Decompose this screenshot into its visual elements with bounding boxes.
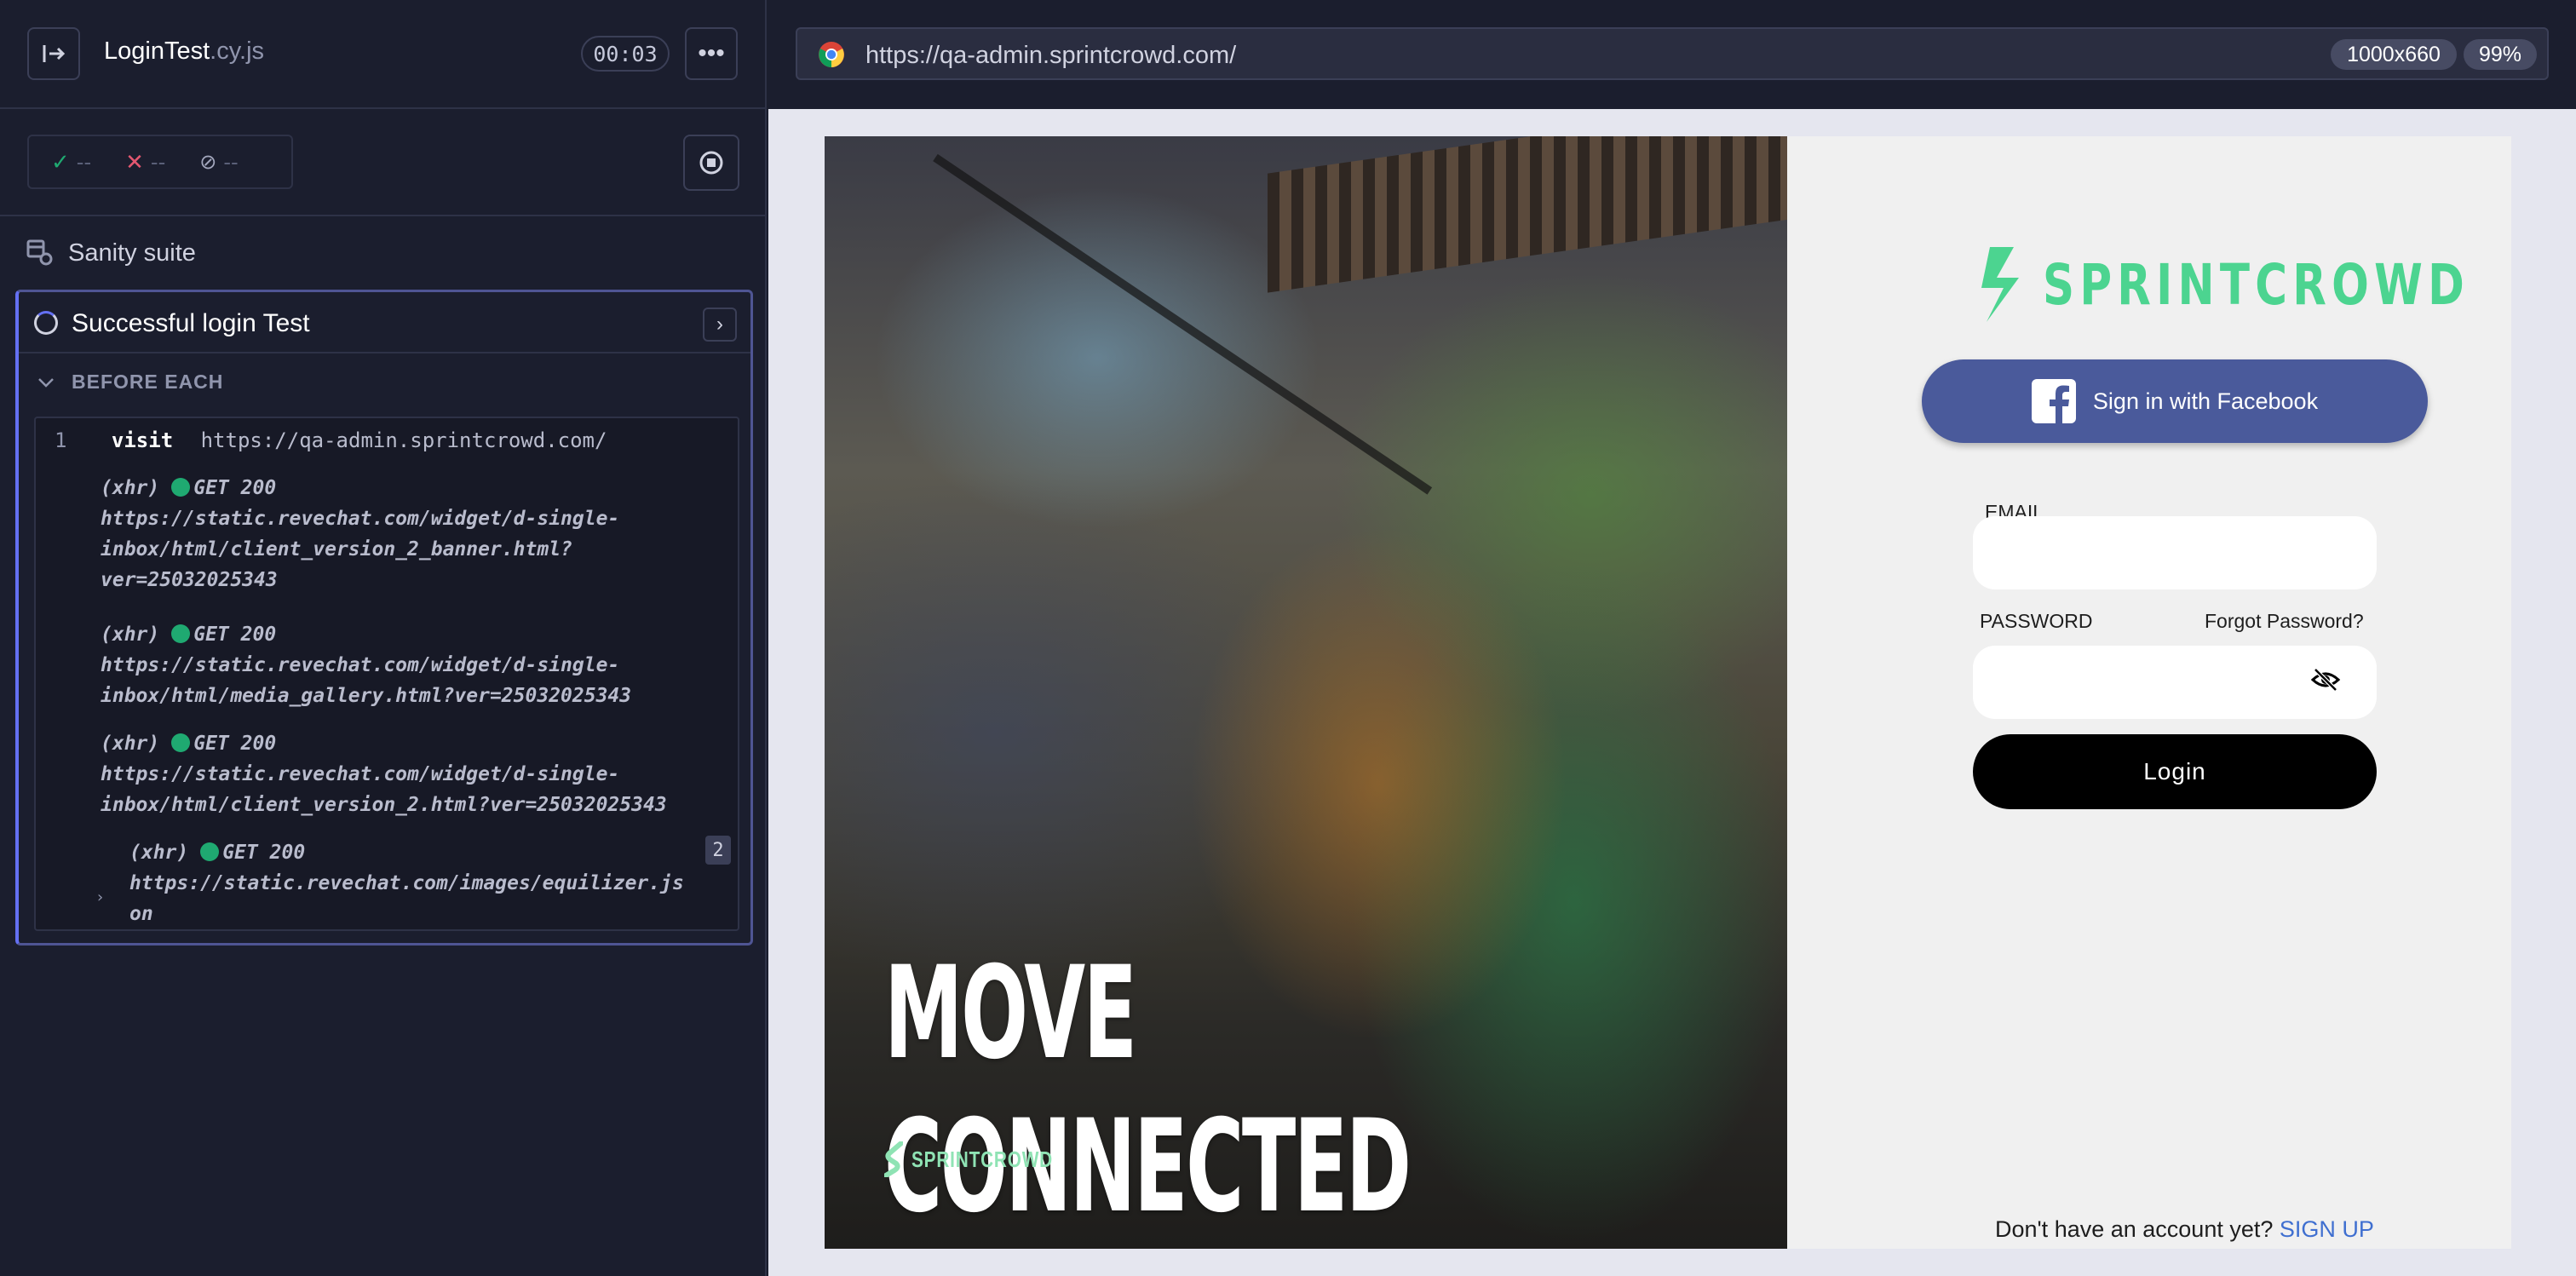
- pending-stat: ⊘ --: [199, 149, 238, 175]
- suite-title: Sanity suite: [68, 239, 196, 267]
- eye-slash-icon[interactable]: [2310, 664, 2341, 695]
- skip-icon: ⊘: [199, 150, 217, 174]
- command-name: visit: [111, 428, 174, 452]
- url-bar[interactable]: https://qa-admin.sprintcrowd.com/ 1000x6…: [796, 27, 2549, 80]
- xhr-log-row[interactable]: (xhr) GET 200 https://static.revechat.com…: [101, 728, 667, 820]
- hero-title-line: MOVE: [884, 940, 1137, 1088]
- xhr-status: GET 200: [193, 624, 277, 646]
- command-number: 1: [55, 428, 67, 452]
- xhr-url-line: https://static.revechat.com/widget/d-sin…: [101, 508, 620, 530]
- status-dot-icon: [171, 733, 191, 752]
- brand-logo: SPRINTCROWD: [1975, 244, 2576, 325]
- test-item: Successful login Test › BEFORE EACH 1 vi…: [15, 290, 753, 946]
- xhr-label: (xhr): [101, 733, 160, 755]
- command-list: 1 visit https://qa-admin.sprintcrowd.com…: [34, 417, 739, 931]
- signup-link[interactable]: SIGN UP: [2280, 1216, 2374, 1242]
- xhr-url-line: inbox/html/client_version_2_banner.html?: [101, 538, 572, 560]
- command-message: https://qa-admin.sprintcrowd.com/: [200, 428, 607, 452]
- viewport-size-badge[interactable]: 1000x660: [2331, 39, 2457, 70]
- expand-caret-icon[interactable]: ›: [95, 888, 105, 906]
- facebook-icon: [2031, 379, 2076, 423]
- sidebar-toggle-icon: [43, 45, 66, 62]
- more-dots-icon: •••: [698, 39, 725, 67]
- running-spinner-icon: [34, 311, 58, 335]
- xhr-count-badge: 2: [705, 836, 731, 865]
- xhr-url-line: inbox/html/client_version_2.html?ver=250…: [101, 794, 667, 816]
- xhr-url-line: on: [129, 903, 153, 925]
- sprintcrowd-logo-icon: [1981, 247, 2019, 322]
- hero-logo-text: SPRINTCROWD: [911, 1146, 1053, 1172]
- email-field[interactable]: [1973, 516, 2377, 589]
- url-text: https://qa-admin.sprintcrowd.com/: [865, 42, 1237, 69]
- signup-prompt: Don't have an account yet?: [1995, 1216, 2274, 1242]
- brand-text: SPRINTCROWD: [2043, 251, 2470, 318]
- xhr-status: GET 200: [193, 733, 277, 755]
- x-icon: ✕: [125, 148, 144, 175]
- stop-button[interactable]: [683, 135, 739, 191]
- xhr-url-line: inbox/html/media_gallery.html?ver=250320…: [101, 685, 632, 707]
- more-options-button[interactable]: •••: [685, 27, 738, 80]
- suite-row[interactable]: Sanity suite: [26, 239, 196, 267]
- login-button[interactable]: Login: [1973, 734, 2377, 809]
- hero-image: MOVE CONNECTED SPRINTCROWD: [825, 136, 1787, 1249]
- hook-header[interactable]: BEFORE EACH: [37, 371, 223, 394]
- xhr-url-line: https://static.revechat.com/widget/d-sin…: [101, 763, 620, 785]
- test-title: Successful login Test: [72, 309, 310, 337]
- forgot-password-link[interactable]: Forgot Password?: [2205, 610, 2364, 633]
- password-label: PASSWORD: [1980, 610, 2093, 632]
- signup-row: Don't have an account yet? SIGN UP: [1995, 1216, 2374, 1243]
- login-pane: SPRINTCROWD Sign in with Facebook EMAIL …: [1787, 136, 2511, 1249]
- passed-stat: ✓ --: [51, 149, 91, 175]
- suite-icon: [26, 239, 53, 266]
- spec-name: LoginTest: [104, 37, 210, 65]
- status-dot-icon: [171, 624, 191, 643]
- open-in-ide-button[interactable]: ›: [703, 308, 737, 342]
- xhr-status: GET 200: [222, 842, 306, 864]
- sprintcrowd-logo-icon: [884, 1141, 903, 1177]
- failed-stat: ✕ --: [125, 149, 165, 175]
- aut-header: https://qa-admin.sprintcrowd.com/ 1000x6…: [768, 0, 2576, 109]
- xhr-status: GET 200: [193, 477, 277, 499]
- hero-logo: SPRINTCROWD: [884, 1141, 1088, 1177]
- xhr-log-row[interactable]: (xhr) GET 200 https://static.revechat.com…: [101, 619, 631, 711]
- xhr-url-line: https://static.revechat.com/widget/d-sin…: [101, 654, 620, 676]
- xhr-label: (xhr): [101, 477, 160, 499]
- app-under-test-panel: https://qa-admin.sprintcrowd.com/ 1000x6…: [768, 0, 2576, 1276]
- test-stats: ✓ -- ✕ -- ⊘ --: [27, 135, 293, 189]
- spec-title: LoginTest.cy.js: [104, 37, 264, 66]
- stop-icon: [699, 151, 723, 175]
- passed-count: --: [76, 148, 92, 175]
- zoom-badge[interactable]: 99%: [2464, 39, 2537, 70]
- pending-count: --: [223, 148, 239, 175]
- chevron-right-icon: ›: [716, 313, 723, 336]
- hero-title: MOVE CONNECTED: [884, 937, 1412, 1244]
- status-dot-icon: [171, 478, 191, 497]
- xhr-url-line: https://static.revechat.com/images/equil…: [129, 872, 684, 894]
- toggle-specs-button[interactable]: [27, 27, 80, 80]
- xhr-log-row[interactable]: (xhr) GET 200 https://static.revechat.com…: [129, 837, 684, 929]
- chevron-down-icon: [38, 377, 54, 388]
- hero-roof-decoration: [1268, 136, 1787, 293]
- xhr-url-line: ver=25032025343: [101, 569, 278, 591]
- check-icon: ✓: [51, 148, 70, 175]
- facebook-button-label: Sign in with Facebook: [2092, 388, 2319, 414]
- hook-title: BEFORE EACH: [72, 371, 224, 393]
- spec-extension: .cy.js: [210, 37, 265, 65]
- command-log-panel: LoginTest.cy.js 00:03 ••• ✓ -- ✕ -- ⊘ -- Sa…: [0, 0, 767, 1276]
- xhr-label: (xhr): [101, 624, 160, 646]
- app-iframe: MOVE CONNECTED SPRINTCROWD SPRINTCROWD S…: [825, 136, 2511, 1249]
- command-row[interactable]: 1 visit https://qa-admin.sprintcrowd.com…: [55, 425, 607, 456]
- duration-badge: 00:03: [581, 36, 670, 72]
- stats-row: ✓ -- ✕ -- ⊘ --: [0, 109, 767, 216]
- chrome-icon: [819, 42, 844, 67]
- xhr-label: (xhr): [129, 842, 189, 864]
- status-dot-icon: [200, 842, 220, 861]
- reporter-header: LoginTest.cy.js 00:03 •••: [0, 0, 767, 109]
- test-header[interactable]: Successful login Test ›: [19, 292, 750, 353]
- failed-count: --: [150, 148, 166, 175]
- xhr-log-row[interactable]: (xhr) GET 200 https://static.revechat.com…: [101, 473, 619, 595]
- facebook-signin-button[interactable]: Sign in with Facebook: [1922, 359, 2428, 443]
